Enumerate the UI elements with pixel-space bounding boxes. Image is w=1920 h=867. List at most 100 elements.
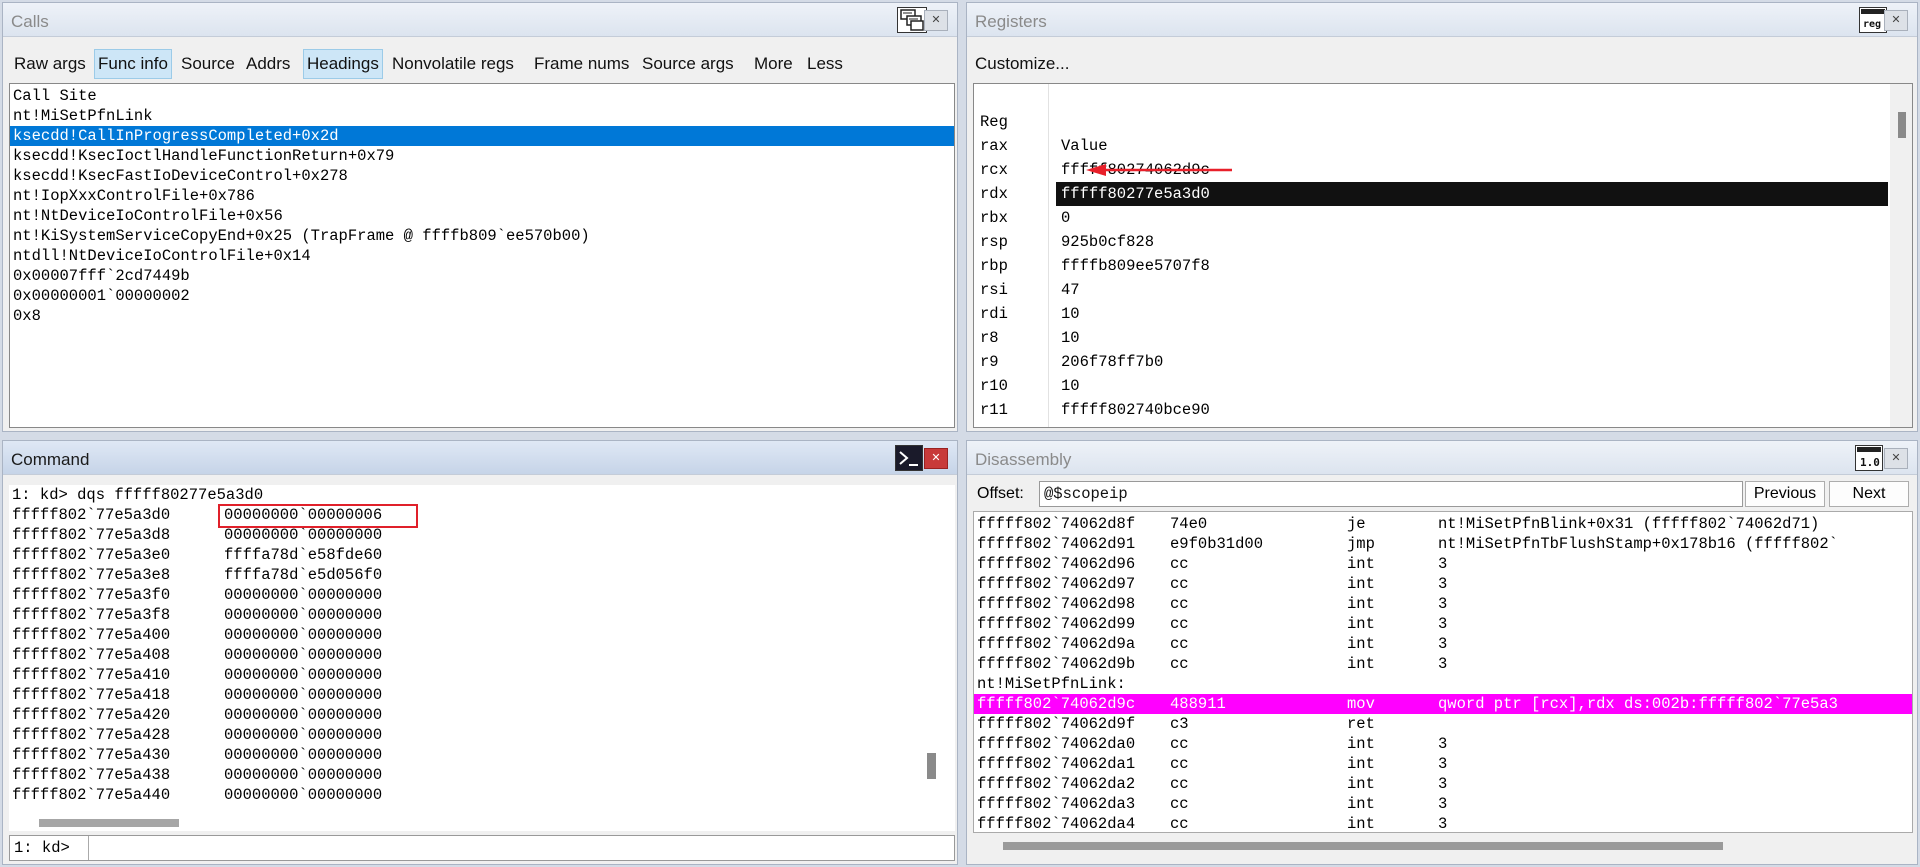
register-row-r11[interactable]: r11 0 xyxy=(974,374,1888,427)
register-row-r12[interactable]: r12 0 xyxy=(974,398,1888,427)
disasm-line-current[interactable]: fffff802`74062d9c 488911 mov qword ptr [rcx… xyxy=(974,694,1912,714)
call-frame-row[interactable]: nt!NtDeviceIoControlFile+0x56 xyxy=(10,206,954,226)
dump-address: fffff802`77e5a400 xyxy=(12,626,171,644)
disassembly-icon[interactable]: 1.0 xyxy=(1855,445,1883,471)
disasm-bytes: cc xyxy=(1170,575,1189,593)
disasm-operands: 3 xyxy=(1438,775,1448,793)
command-prompt-icon[interactable] xyxy=(895,445,923,471)
register-row-rbx[interactable]: rbx 925b0cf828 xyxy=(974,182,1888,251)
call-stack-icon[interactable] xyxy=(897,7,927,33)
register-row-r8[interactable]: r8 206f78ff7b0 xyxy=(974,302,1888,371)
disasm-line[interactable]: fffff802`74062d98 cc int 3 xyxy=(974,594,1912,614)
disasm-line[interactable]: fffff802`74062da1 cc int 3 xyxy=(974,754,1912,774)
call-stack-list[interactable]: Call Site nt!MiSetPfnLink ksecdd!CallInP… xyxy=(9,83,955,428)
dump-value: 00000000`00000000 xyxy=(224,586,383,604)
call-frame-row[interactable]: 0x00007fff`2cd7449b xyxy=(10,266,954,286)
disasm-operands: 3 xyxy=(1438,555,1448,573)
register-row-r9[interactable]: r9 10 xyxy=(974,326,1888,395)
disasm-opcode: mov xyxy=(1347,695,1375,713)
disasm-line[interactable]: fffff802`74062d8f 74e0 je nt!MiSetPfnBlink+… xyxy=(974,514,1912,534)
disasm-line[interactable]: fffff802`74062d91 e9f0b31d00 jmp nt!MiSetPf… xyxy=(974,534,1912,554)
register-row-r10[interactable]: r10 fffff802740bce90 xyxy=(974,350,1888,419)
registers-scrollbar[interactable] xyxy=(1890,84,1912,427)
register-row-rsi[interactable]: rsi 10 xyxy=(974,254,1888,323)
disasm-address: fffff802`74062da4 xyxy=(977,815,1136,833)
disasm-line[interactable]: fffff802`74062d9b cc int 3 xyxy=(974,654,1912,674)
call-frame-row-selected[interactable]: ksecdd!CallInProgressCompleted+0x2d xyxy=(10,126,954,146)
raw-args-button[interactable]: Raw args xyxy=(11,49,89,79)
registers-titlebar: Registers reg ✕ xyxy=(967,3,1917,37)
register-row-rdi[interactable]: rdi 10 xyxy=(974,278,1888,347)
registers-close-button[interactable]: ✕ xyxy=(1884,10,1908,31)
registers-grid[interactable]: Reg Value rax fffff80274062d9c rcx fffff… xyxy=(973,83,1913,428)
call-frame-row[interactable]: 0x00000001`00000002 xyxy=(10,286,954,306)
disasm-address: fffff802`74062d9a xyxy=(977,635,1136,653)
previous-button[interactable]: Previous xyxy=(1745,481,1825,507)
register-row-rcx[interactable]: rcx fffff80277e5a3d0 xyxy=(974,134,1888,206)
register-row-rsp[interactable]: rsp ffffb809ee5707f8 xyxy=(974,206,1888,275)
disasm-line[interactable]: fffff802`74062d96 cc int 3 xyxy=(974,554,1912,574)
offset-field xyxy=(1039,481,1743,507)
registers-pane: Registers reg ✕ Customize... Reg Value r… xyxy=(966,2,1918,432)
more-button[interactable]: More xyxy=(751,49,796,79)
func-info-button[interactable]: Func info xyxy=(94,49,172,79)
command-hscroll-thumb[interactable] xyxy=(39,819,179,827)
disasm-line[interactable]: fffff802`74062da0 cc int 3 xyxy=(974,734,1912,754)
disasm-line[interactable]: fffff802`74062da4 cc int 3 xyxy=(974,814,1912,833)
register-row-rbp[interactable]: rbp 47 xyxy=(974,230,1888,299)
calls-title: Calls xyxy=(11,12,49,31)
source-button[interactable]: Source xyxy=(178,49,238,79)
disasm-opcode: int xyxy=(1347,655,1375,673)
dump-address: fffff802`77e5a3d8 xyxy=(12,526,171,544)
disasm-opcode: int xyxy=(1347,775,1375,793)
command-horizontal-scrollbar[interactable] xyxy=(9,815,955,831)
frame-nums-button[interactable]: Frame nums xyxy=(531,49,632,79)
register-value[interactable]: 0 xyxy=(1056,422,1888,427)
command-output[interactable]: 1: kd> dqs fffff80277e5a3d0 fffff802`77e… xyxy=(9,485,955,815)
disassembly-listing[interactable]: fffff802`74062d8f 74e0 je nt!MiSetPfnBlink+… xyxy=(973,511,1913,833)
register-row-rax[interactable]: rax fffff80274062d9c xyxy=(974,110,1888,179)
offset-input[interactable] xyxy=(1040,482,1742,506)
command-close-button[interactable]: ✕ xyxy=(924,448,948,469)
dump-row: fffff802`77e5a428 00000000`00000000 xyxy=(9,725,955,745)
call-frame-row[interactable]: ntdll!NtDeviceIoControlFile+0x14 xyxy=(10,246,954,266)
disasm-line[interactable]: fffff802`74062d9f c3 ret xyxy=(974,714,1912,734)
call-frame-row[interactable]: nt!IopXxxControlFile+0x786 xyxy=(10,186,954,206)
next-button[interactable]: Next xyxy=(1829,481,1909,507)
call-frame-row[interactable]: ksecdd!KsecIoctlHandleFunctionReturn+0x7… xyxy=(10,146,954,166)
dump-address: fffff802`77e5a3d0 xyxy=(12,506,171,524)
disassembly-hscroll-thumb[interactable] xyxy=(1003,842,1723,850)
disasm-line[interactable]: fffff802`74062da3 cc int 3 xyxy=(974,794,1912,814)
registers-scroll-thumb[interactable] xyxy=(1898,112,1906,138)
calls-pane: Calls ✕ Raw args Func info Source Addrs … xyxy=(2,2,958,432)
source-args-button[interactable]: Source args xyxy=(639,49,737,79)
call-frame-row[interactable]: ksecdd!KsecFastIoDeviceControl+0x278 xyxy=(10,166,954,186)
call-frame-row[interactable]: 0x8 xyxy=(10,306,954,326)
customize-button[interactable]: Customize... xyxy=(972,49,1072,79)
registers-icon[interactable]: reg xyxy=(1859,7,1887,33)
disasm-line[interactable]: fffff802`74062d9a cc int 3 xyxy=(974,634,1912,654)
call-frame-row[interactable]: nt!KiSystemServiceCopyEnd+0x25 (TrapFram… xyxy=(10,226,954,246)
command-vscroll-thumb[interactable] xyxy=(927,753,936,779)
command-vertical-scrollbar[interactable] xyxy=(925,485,943,815)
disasm-line[interactable]: fffff802`74062da2 cc int 3 xyxy=(974,774,1912,794)
disassembly-horizontal-scrollbar[interactable] xyxy=(973,835,1913,857)
disasm-line[interactable]: fffff802`74062d97 cc int 3 xyxy=(974,574,1912,594)
disasm-address: fffff802`74062da1 xyxy=(977,755,1136,773)
dump-value: 00000000`00000000 xyxy=(224,746,383,764)
addrs-button[interactable]: Addrs xyxy=(243,49,293,79)
nonvolatile-regs-button[interactable]: Nonvolatile regs xyxy=(389,49,517,79)
disasm-operands: 3 xyxy=(1438,595,1448,613)
less-button[interactable]: Less xyxy=(804,49,846,79)
disassembly-close-button[interactable]: ✕ xyxy=(1884,448,1908,469)
disasm-operands: 3 xyxy=(1438,795,1448,813)
headings-button[interactable]: Headings xyxy=(303,49,383,79)
disasm-bytes: cc xyxy=(1170,655,1189,673)
disasm-line[interactable]: fffff802`74062d99 cc int 3 xyxy=(974,614,1912,634)
dump-row: fffff802`77e5a400 00000000`00000000 xyxy=(9,625,955,645)
dump-address: fffff802`77e5a3f0 xyxy=(12,586,171,604)
calls-close-button[interactable]: ✕ xyxy=(924,10,948,31)
command-input[interactable] xyxy=(89,836,954,860)
dump-row: fffff802`77e5a418 00000000`00000000 xyxy=(9,685,955,705)
call-frame-row[interactable]: nt!MiSetPfnLink xyxy=(10,106,954,126)
